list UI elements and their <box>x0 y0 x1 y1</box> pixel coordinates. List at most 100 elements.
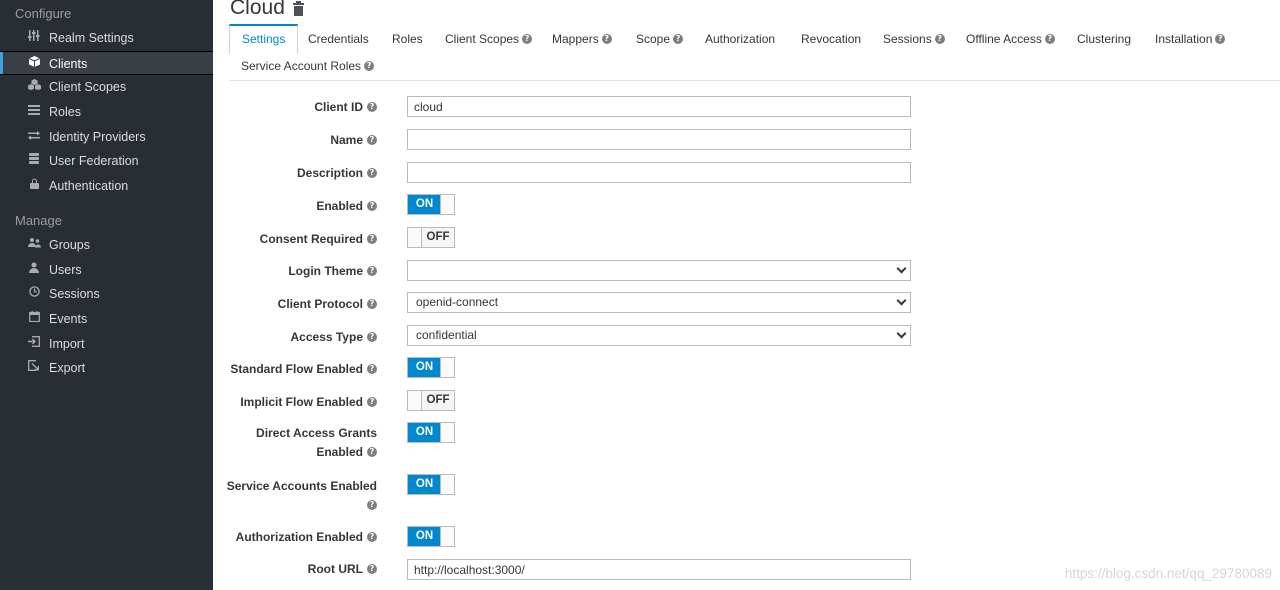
tab-mappers[interactable]: Mappers? <box>540 24 624 54</box>
sidebar-item-label: Export <box>49 361 86 376</box>
trash-icon[interactable] <box>292 0 304 16</box>
help-icon[interactable]: ? <box>367 396 377 407</box>
sidebar-item-groups[interactable]: Groups <box>0 233 213 258</box>
authorization-toggle[interactable]: ON <box>407 526 455 547</box>
sidebar: Configure Realm Settings Clients Client … <box>0 0 213 590</box>
sidebar-item-sessions[interactable]: Sessions <box>0 282 213 307</box>
help-icon[interactable]: ? <box>367 446 377 457</box>
sidebar-item-label: Users <box>49 262 82 277</box>
standard-flow-toggle[interactable]: ON <box>407 357 455 378</box>
tab-client-scopes[interactable]: Client Scopes? <box>433 24 544 54</box>
tab-credentials[interactable]: Credentials <box>296 24 381 54</box>
tab-label: Revocation <box>801 32 862 46</box>
tab-settings[interactable]: Settings <box>229 24 299 54</box>
tab-label: Authorization <box>705 32 776 46</box>
tab-authorization[interactable]: Authorization <box>693 24 787 54</box>
sidebar-item-label: Clients <box>49 56 88 71</box>
sidebar-item-users[interactable]: Users <box>0 258 213 283</box>
toggle-state: ON <box>408 358 441 377</box>
enabled-label: Enabled? <box>316 197 377 215</box>
help-icon[interactable]: ? <box>367 331 377 342</box>
help-icon[interactable]: ? <box>1044 33 1055 44</box>
sidebar-item-label: Events <box>49 311 88 326</box>
access-type-select[interactable]: confidential <box>407 325 911 346</box>
direct-access-grants-toggle[interactable]: ON <box>407 422 455 443</box>
root-url-input[interactable] <box>407 559 911 580</box>
help-icon[interactable]: ? <box>367 363 377 374</box>
sidebar-section-configure: Configure <box>15 6 72 21</box>
sidebar-item-import[interactable]: Import <box>0 332 213 357</box>
help-icon[interactable]: ? <box>367 101 377 112</box>
client-protocol-label: Client Protocol? <box>278 295 377 313</box>
page-header: Cloud <box>230 0 304 20</box>
client-protocol-select[interactable]: openid-connect <box>407 292 911 313</box>
help-icon[interactable]: ? <box>522 33 533 44</box>
sidebar-item-client-scopes[interactable]: Client Scopes <box>0 75 213 100</box>
help-icon[interactable]: ? <box>934 33 945 44</box>
authorization-label: Authorization Enabled? <box>236 528 377 546</box>
tab-sessions[interactable]: Sessions? <box>871 24 957 54</box>
login-theme-select[interactable] <box>407 260 911 281</box>
sidebar-item-authentication[interactable]: Authentication <box>0 174 213 199</box>
tab-label: Credentials <box>308 32 369 46</box>
description-input[interactable] <box>407 162 911 183</box>
name-input[interactable] <box>407 129 911 150</box>
tab-service-account-roles[interactable]: Service Account Roles? <box>229 51 386 81</box>
tab-label: Offline Access <box>966 32 1042 46</box>
help-icon[interactable]: ? <box>367 200 377 211</box>
tab-label: Clustering <box>1077 32 1132 46</box>
help-icon[interactable]: ? <box>1215 33 1226 44</box>
client-id-label: Client ID? <box>314 98 377 116</box>
sidebar-item-user-federation[interactable]: User Federation <box>0 149 213 174</box>
sidebar-item-label: Import <box>49 336 85 351</box>
service-accounts-toggle[interactable]: ON <box>407 474 455 495</box>
help-icon[interactable]: ? <box>367 265 377 276</box>
sidebar-item-label: Realm Settings <box>49 31 134 45</box>
sidebar-item-label: Sessions <box>49 287 100 302</box>
enabled-toggle[interactable]: ON <box>407 194 455 215</box>
help-icon[interactable]: ? <box>367 233 377 244</box>
calendar-icon <box>27 307 41 332</box>
tab-label: Roles <box>392 32 423 46</box>
tab-revocation[interactable]: Revocation <box>789 24 873 54</box>
help-icon[interactable]: ? <box>367 563 377 574</box>
client-id-input[interactable] <box>407 96 911 117</box>
help-icon[interactable]: ? <box>367 531 377 542</box>
sidebar-item-clients[interactable]: Clients <box>0 50 213 76</box>
sidebar-item-label: Authentication <box>49 179 129 194</box>
watermark: https://blog.csdn.net/qq_29780089 <box>1064 566 1272 581</box>
consent-required-toggle[interactable]: OFF <box>407 227 455 248</box>
sidebar-item-roles[interactable]: Roles <box>0 100 213 125</box>
sliders-icon <box>27 26 41 51</box>
tab-clustering[interactable]: Clustering <box>1065 24 1143 54</box>
tab-roles[interactable]: Roles <box>380 24 435 54</box>
standard-flow-label: Standard Flow Enabled? <box>230 360 377 378</box>
sidebar-item-realm-settings[interactable]: Realm Settings <box>0 26 213 51</box>
consent-required-label: Consent Required? <box>260 230 377 248</box>
help-icon[interactable]: ? <box>367 167 377 178</box>
tab-scope[interactable]: Scope? <box>624 24 695 54</box>
sidebar-item-identity-providers[interactable]: Identity Providers <box>0 125 213 150</box>
clock-icon <box>27 282 41 307</box>
help-icon[interactable]: ? <box>364 60 375 71</box>
help-icon[interactable]: ? <box>367 134 377 145</box>
sidebar-item-label: Groups <box>49 237 90 252</box>
sidebar-item-export[interactable]: Export <box>0 356 213 381</box>
page-title: Cloud <box>230 0 285 19</box>
sidebar-item-label: Roles <box>49 105 81 120</box>
tab-installation[interactable]: Installation? <box>1143 24 1237 54</box>
help-icon[interactable]: ? <box>601 33 612 44</box>
toggle-state: ON <box>408 195 441 214</box>
help-icon[interactable]: ? <box>673 33 684 44</box>
export-icon <box>27 356 41 381</box>
sidebar-item-label: Identity Providers <box>49 129 146 144</box>
help-icon[interactable]: ? <box>367 499 377 510</box>
select-value: openid-connect <box>416 295 499 309</box>
help-icon[interactable]: ? <box>367 298 377 309</box>
sidebar-item-events[interactable]: Events <box>0 307 213 332</box>
implicit-flow-toggle[interactable]: OFF <box>407 390 455 411</box>
tab-offline-access[interactable]: Offline Access? <box>954 24 1067 54</box>
implicit-flow-label: Implicit Flow Enabled? <box>240 393 377 411</box>
toggle-state: ON <box>408 423 441 442</box>
chevron-down-icon <box>897 297 905 305</box>
